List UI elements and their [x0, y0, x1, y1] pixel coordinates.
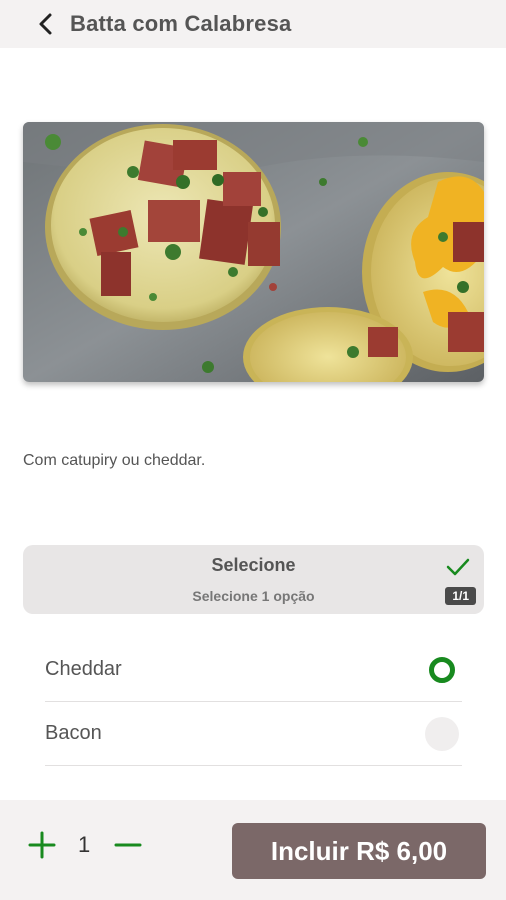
option-label: Bacon — [45, 722, 102, 744]
radio-unselected[interactable] — [425, 716, 459, 751]
option-group-title: Selecione — [211, 555, 296, 575]
option-list: Cheddar Bacon — [45, 638, 462, 766]
option-bacon[interactable]: Bacon — [45, 702, 462, 766]
option-group-subtitle: Selecione 1 opção — [192, 588, 315, 604]
minus-icon[interactable] — [114, 831, 142, 864]
bottom-bar: 1 Incluir R$ 6,00 — [0, 800, 506, 900]
quantity-value: 1 — [78, 832, 91, 857]
back-button[interactable] — [26, 4, 66, 44]
product-image — [23, 122, 484, 382]
option-group-header: Selecione Selecione 1 opção 1/1 — [23, 545, 484, 614]
page-title: Batta com Calabresa — [70, 11, 292, 36]
check-icon — [446, 557, 470, 582]
option-cheddar[interactable]: Cheddar — [45, 638, 462, 702]
option-label: Cheddar — [45, 658, 122, 680]
add-to-order-button[interactable]: Incluir R$ 6,00 — [232, 823, 486, 879]
product-page: Batta com Calabresa Com catupiry ou ched… — [0, 0, 506, 900]
radio-selected[interactable] — [429, 656, 455, 683]
top-bar: Batta com Calabresa — [0, 0, 506, 48]
chevron-left-icon — [39, 13, 52, 35]
plus-icon[interactable] — [28, 831, 56, 864]
product-description: Com catupiry ou cheddar. — [23, 452, 206, 469]
selection-count-badge: 1/1 — [445, 587, 476, 605]
